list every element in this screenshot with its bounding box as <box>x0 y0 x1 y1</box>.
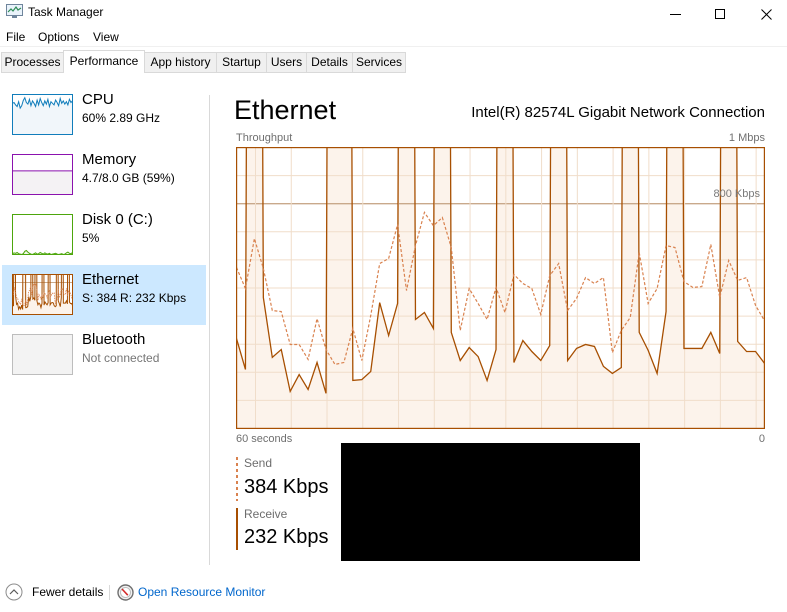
menu-file[interactable]: File <box>5 30 26 45</box>
sidebar-item-detail: 5% <box>82 231 100 245</box>
menu-separator <box>0 46 787 47</box>
disk-thumbnail-graph <box>12 214 73 255</box>
sidebar-item-detail: S: 384 R: 232 Kbps <box>82 291 187 305</box>
maximize-button[interactable] <box>697 0 743 28</box>
maximize-icon <box>715 9 725 19</box>
tab-app-history[interactable]: App history <box>144 52 217 73</box>
cpu-thumbnail-graph <box>12 94 73 135</box>
plot-area <box>236 147 765 429</box>
sidebar-item-title: Bluetooth <box>82 331 146 348</box>
task-manager-app-icon <box>6 4 23 19</box>
sidebar-item-title: Memory <box>82 151 137 168</box>
sidebar-item-title: CPU <box>82 91 114 108</box>
memory-used-area <box>12 170 73 195</box>
fewer-details-label[interactable]: Fewer details <box>32 585 103 599</box>
panel-divider[interactable] <box>209 95 210 565</box>
thumb-background <box>12 214 73 255</box>
x-end-label: 0 <box>758 433 765 445</box>
adapter-name: Intel(R) 82574L Gigabit Network Connecti… <box>471 104 765 121</box>
close-icon <box>760 8 772 20</box>
minimize-icon <box>669 13 681 15</box>
receive-label: Receive <box>244 507 288 521</box>
throughput-chart <box>236 147 765 429</box>
sidebar-item-cpu[interactable]: CPU 60% 2.89 GHz <box>2 85 206 145</box>
sidebar-item-memory[interactable]: Memory 4.7/8.0 GB (59%) <box>2 145 206 205</box>
receive-legend-marker <box>236 508 238 550</box>
resource-monitor-icon[interactable] <box>117 584 134 601</box>
send-legend-marker <box>236 457 238 501</box>
tab-processes[interactable]: Processes <box>1 52 64 73</box>
tab-performance[interactable]: Performance <box>63 50 145 73</box>
reference-line-label: 800 Kbps <box>713 188 760 200</box>
tab-users[interactable]: Users <box>266 52 307 73</box>
send-label: Send <box>244 456 273 470</box>
thumb-plot <box>12 94 73 135</box>
thumb-empty <box>12 334 73 375</box>
footer-separator <box>109 585 110 600</box>
sidebar-item-title: Disk 0 (C:) <box>82 211 153 228</box>
sidebar-item-title: Ethernet <box>82 271 139 288</box>
sidebar-item-detail: 4.7/8.0 GB (59%) <box>82 171 175 185</box>
throughput-label: Throughput <box>236 132 293 144</box>
tab-startup[interactable]: Startup <box>216 52 267 73</box>
minimize-button[interactable] <box>652 0 698 28</box>
sidebar-item-detail: 60% 2.89 GHz <box>82 111 161 125</box>
memory-thumbnail-graph <box>12 154 73 195</box>
ethernet-thumbnail-graph <box>12 274 73 315</box>
menu-options[interactable]: Options <box>37 30 80 45</box>
menu-view[interactable]: View <box>92 30 120 45</box>
receive-value: 232 Kbps <box>244 526 329 548</box>
sidebar-item-ethernet[interactable]: Ethernet S: 384 R: 232 Kbps <box>2 265 206 325</box>
send-value: 384 Kbps <box>244 476 329 498</box>
tab-details[interactable]: Details <box>306 52 353 73</box>
y-max-label: 1 Mbps <box>728 132 765 144</box>
sidebar-item-bluetooth[interactable]: Bluetooth Not connected <box>2 325 206 385</box>
tab-services[interactable]: Services <box>352 52 406 73</box>
x-start-label: 60 seconds <box>236 433 293 445</box>
sidebar-item-detail: Not connected <box>82 351 160 365</box>
bluetooth-thumbnail-graph <box>12 334 73 375</box>
thumb-plot <box>12 274 73 315</box>
redacted-block <box>341 443 640 561</box>
thumb-plot <box>12 214 73 255</box>
window-title: Task Manager <box>28 5 104 19</box>
page-title: Ethernet <box>234 95 337 125</box>
sidebar-item-disk[interactable]: Disk 0 (C:) 5% <box>2 205 206 265</box>
open-resource-monitor-link[interactable]: Open Resource Monitor <box>138 585 265 599</box>
chevron-up-circle-icon <box>5 583 23 601</box>
close-button[interactable] <box>743 0 787 28</box>
